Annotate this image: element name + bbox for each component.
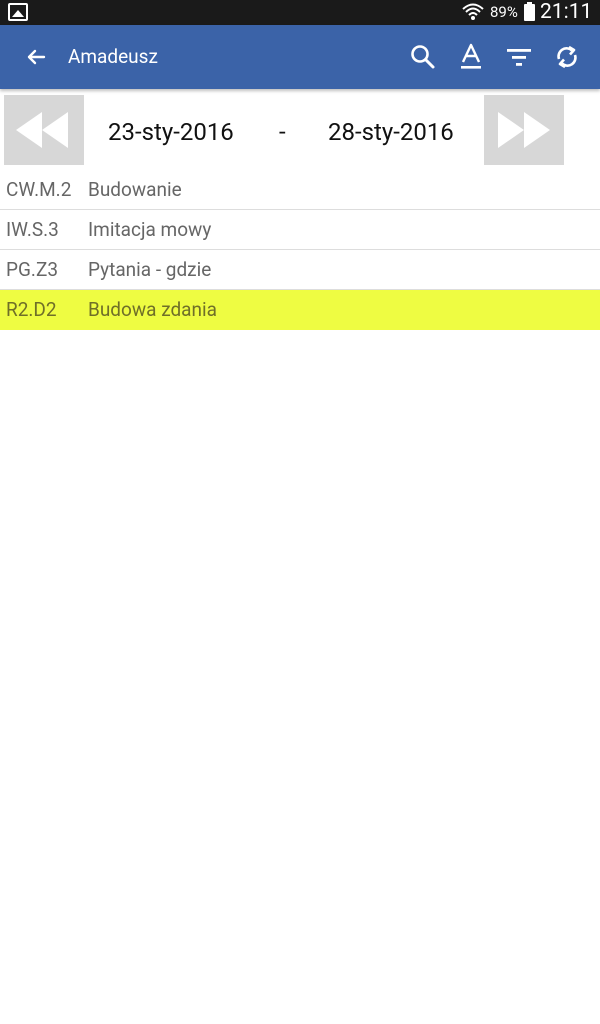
- item-code: PG.Z3: [6, 258, 58, 281]
- date-range-bar: 23-sty-2016 - 28-sty-2016: [0, 89, 600, 169]
- filter-icon: [507, 49, 531, 66]
- date-start[interactable]: 23-sty-2016: [108, 117, 234, 147]
- lesson-list: CW.M.2 Budowanie IW.S.3 Imitacja mowy PG…: [0, 170, 600, 330]
- sync-icon: [557, 45, 577, 69]
- previous-range-button[interactable]: [4, 95, 84, 165]
- item-code: IW.S.3: [6, 218, 59, 241]
- item-name: Budowanie: [88, 178, 182, 201]
- wifi-icon: [462, 3, 484, 20]
- list-item[interactable]: CW.M.2 Budowanie: [0, 170, 600, 210]
- sync-button[interactable]: [549, 39, 585, 75]
- app-bar: Amadeusz: [0, 25, 600, 89]
- clock: 21:11: [540, 0, 593, 24]
- search-button[interactable]: [405, 39, 441, 75]
- item-name: Pytania - gdzie: [88, 258, 212, 281]
- item-name: Budowa zdania: [88, 298, 217, 321]
- next-range-button[interactable]: [484, 95, 564, 165]
- date-separator: -: [279, 118, 286, 146]
- fast-forward-icon: [498, 112, 550, 148]
- list-item-selected[interactable]: R2.D2 Budowa zdania: [0, 290, 600, 330]
- battery-percent: 89%: [490, 3, 518, 21]
- list-item[interactable]: IW.S.3 Imitacja mowy: [0, 210, 600, 250]
- list-item[interactable]: PG.Z3 Pytania - gdzie: [0, 250, 600, 290]
- item-code: R2.D2: [6, 298, 57, 321]
- status-bar: 89% 21:11: [0, 0, 600, 25]
- date-end[interactable]: 28-sty-2016: [328, 117, 454, 147]
- font-icon: [461, 43, 481, 69]
- rewind-icon: [16, 112, 68, 148]
- item-name: Imitacja mowy: [88, 218, 212, 241]
- app-title: Amadeusz: [68, 45, 158, 68]
- battery-icon: [524, 2, 535, 21]
- back-arrow-icon[interactable]: [20, 41, 52, 73]
- font-size-button[interactable]: [453, 39, 489, 75]
- gallery-icon: [8, 3, 28, 21]
- filter-button[interactable]: [501, 39, 537, 75]
- search-icon: [411, 45, 435, 69]
- item-code: CW.M.2: [6, 178, 72, 201]
